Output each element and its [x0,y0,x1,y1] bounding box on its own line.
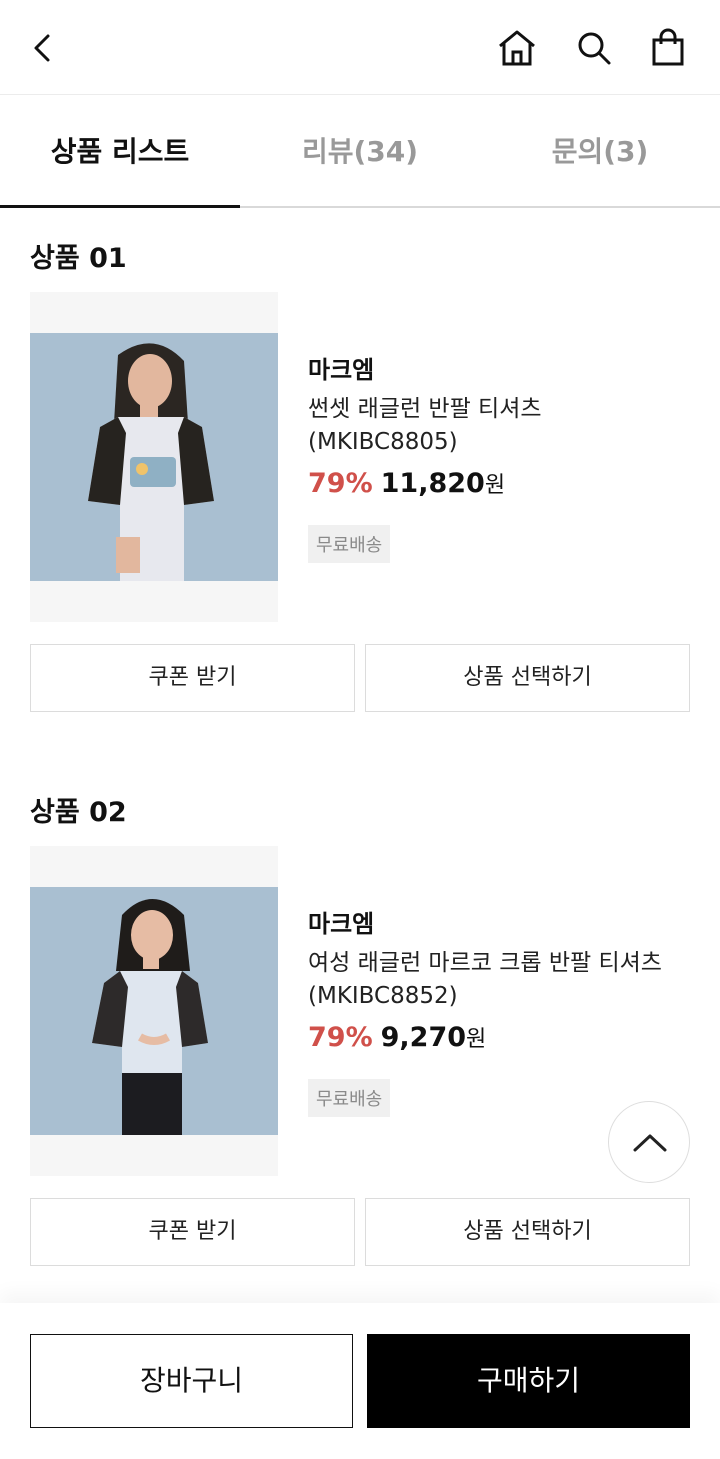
search-icon[interactable] [574,28,614,68]
product-section: 상품 02 마크엠 여성 래글런 마르코 크롭 반팔 티셔츠 (MKIBC885… [0,762,720,1282]
select-product-button[interactable]: 상품 선택하기 [365,1198,690,1266]
buy-now-button[interactable]: 구매하기 [367,1334,690,1428]
currency: 원 [466,1027,487,1052]
shopping-bag-icon[interactable] [648,28,688,68]
get-coupon-button[interactable]: 쿠폰 받기 [30,644,355,712]
tab-label: 상품 리스트 [50,135,190,168]
product-name-line: 여성 래글런 마르코 크롭 반팔 티셔츠 [308,950,662,976]
product-name-line: 썬셋 래글런 반팔 티셔츠 [308,396,542,422]
tab-label: 문의(3) [551,135,649,168]
brand-name: 마크엠 [308,356,375,384]
product-code: (MKIBC8805) [308,429,458,455]
product-name[interactable]: 여성 래글런 마르코 크롭 반팔 티셔츠 (MKIBC8852) [308,947,698,1013]
free-shipping-badge: 무료배송 [308,525,391,563]
tab-inquiries[interactable]: 문의(3) [480,95,720,208]
scroll-to-top-button[interactable] [608,1101,690,1183]
tab-label: 리뷰(34) [301,135,419,168]
product-image[interactable] [30,292,278,622]
price-row: 79% 9,270원 [308,1021,698,1053]
get-coupon-button[interactable]: 쿠폰 받기 [30,1198,355,1266]
currency: 원 [484,473,506,498]
product-info: 마크엠 여성 래글런 마르코 크롭 반팔 티셔츠 (MKIBC8852) 79%… [308,904,698,1117]
bottom-action-bar: 장바구니 구매하기 [0,1303,720,1459]
tab-bar: 상품 리스트 리뷰(34) 문의(3) [0,95,720,208]
price: 11,820 [380,468,485,499]
home-icon[interactable] [497,28,537,68]
discount-rate: 79% [308,1022,373,1053]
product-code: (MKIBC8852) [308,983,458,1009]
brand-name: 마크엠 [308,910,375,938]
chevron-up-icon [633,1134,667,1152]
tab-reviews[interactable]: 리뷰(34) [240,95,480,208]
select-product-button[interactable]: 상품 선택하기 [365,644,690,712]
add-to-cart-button[interactable]: 장바구니 [30,1334,353,1428]
price-row: 79% 11,820원 [308,467,698,499]
section-title: 상품 02 [30,797,127,828]
free-shipping-badge: 무료배송 [308,1079,391,1117]
tab-product-list[interactable]: 상품 리스트 [0,95,240,208]
section-title: 상품 01 [30,243,127,274]
product-image[interactable] [30,846,278,1176]
price: 9,270 [380,1022,467,1053]
product-name[interactable]: 썬셋 래글런 반팔 티셔츠 (MKIBC8805) [308,393,698,459]
product-info: 마크엠 썬셋 래글런 반팔 티셔츠 (MKIBC8805) 79% 11,820원… [308,350,698,563]
discount-rate: 79% [308,468,373,499]
back-icon[interactable] [28,28,64,68]
product-section: 상품 01 마크엠 썬셋 래글런 반팔 티셔츠 (MKIBC8805) 79% 1… [0,208,720,728]
top-navigation-bar [0,0,720,95]
